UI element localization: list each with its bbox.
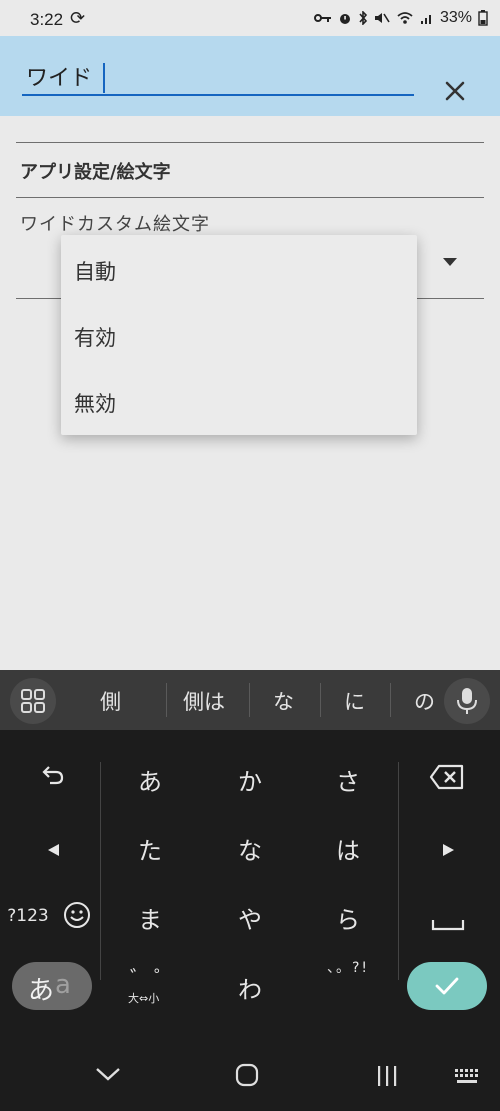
navigation-bar (0, 1040, 500, 1111)
undo-icon (42, 766, 64, 785)
keyboard: ?123 あ a あ か さ た な は ま や ら ゛゜ 大⇔小 わ 、。?! (0, 730, 500, 1040)
bluetooth-icon (359, 11, 368, 25)
kana-key-a[interactable]: あ (130, 762, 170, 797)
clear-search-button[interactable] (440, 76, 470, 106)
voice-input-button[interactable] (444, 678, 490, 724)
key-icon (313, 14, 331, 22)
dropdown-option-enabled[interactable]: 有効 (74, 322, 116, 352)
kana-key-ka[interactable]: か (230, 762, 270, 797)
suggestion-item[interactable]: に (344, 686, 365, 716)
suggestion-item[interactable]: な (273, 686, 294, 716)
search-bar (0, 36, 500, 116)
backspace-icon (429, 764, 464, 790)
kana-mode-toggle[interactable]: あ a (12, 962, 92, 1010)
divider (16, 142, 484, 143)
triangle-left-icon (48, 844, 59, 856)
home-icon (235, 1063, 259, 1087)
dropdown-menu: 自動 有効 無効 (61, 235, 417, 435)
kana-key-na[interactable]: な (230, 831, 270, 866)
close-icon (445, 81, 465, 101)
space-icon (431, 920, 465, 931)
punctuation-key[interactable]: 、。?! (308, 960, 388, 1012)
search-input[interactable] (22, 58, 414, 96)
hide-keyboard-button[interactable] (95, 1066, 121, 1086)
divider (16, 197, 484, 198)
dakuten-key[interactable]: ゛゜ 大⇔小 (122, 962, 178, 1012)
kana-key-ra[interactable]: ら (328, 900, 368, 935)
text-cursor (103, 63, 105, 93)
mute-icon (374, 13, 390, 23)
keyboard-divider (100, 762, 101, 980)
triangle-right-icon (443, 844, 454, 856)
alarm-icon (339, 14, 350, 24)
smiley-icon (64, 902, 90, 928)
size-toggle-label: 大⇔小 (128, 992, 160, 1005)
suggestion-item[interactable]: 側 (100, 686, 121, 716)
category-header: アプリ設定/絵文字 (20, 162, 171, 183)
status-time: 3:22 (30, 10, 64, 29)
dakuten-label: ゛゜ (130, 966, 178, 990)
kana-key-ha[interactable]: は (328, 831, 368, 866)
kana-mode-label: あ (28, 976, 55, 1006)
dropdown-option-auto[interactable]: 自動 (74, 256, 116, 286)
enter-button[interactable] (407, 962, 487, 1010)
kana-key-ta[interactable]: た (130, 831, 170, 866)
keyboard-switch-button[interactable] (454, 1068, 482, 1090)
keyboard-apps-button[interactable] (10, 678, 56, 724)
dropdown-option-disabled[interactable]: 無効 (74, 388, 116, 418)
battery-icon (478, 10, 488, 26)
alpha-mode-label: a (55, 970, 71, 1000)
dropdown-arrow-icon[interactable] (443, 258, 457, 266)
cursor-right-key[interactable] (439, 836, 459, 864)
mic-icon (457, 688, 477, 714)
signal-icon (420, 15, 431, 24)
status-icons: 33% (313, 9, 488, 27)
backspace-key[interactable] (428, 764, 466, 796)
sync-icon: ⟳ (70, 8, 86, 28)
status-bar: 3:22 ⟳ 33% (0, 0, 500, 36)
suggestion-divider (249, 683, 250, 717)
keyboard-icon (455, 1069, 478, 1083)
space-key[interactable] (430, 910, 466, 938)
grid-icon (21, 689, 45, 713)
undo-key[interactable] (38, 762, 68, 794)
suggestion-divider (320, 683, 321, 717)
suggestion-item[interactable]: 側は (183, 686, 225, 716)
kana-key-ya[interactable]: や (230, 900, 270, 935)
chevron-down-icon (96, 1068, 120, 1081)
suggestion-divider (390, 683, 391, 717)
kana-key-ma[interactable]: ま (130, 900, 170, 935)
suggestion-item[interactable]: の (414, 686, 435, 716)
cursor-left-key[interactable] (43, 836, 63, 864)
suggestion-divider (166, 683, 167, 717)
recents-button[interactable] (375, 1064, 399, 1092)
preference-title: ワイドカスタム絵文字 (20, 214, 210, 235)
emoji-key[interactable] (62, 901, 92, 935)
kana-key-wa[interactable]: わ (230, 970, 270, 1005)
battery-percent: 33% (439, 9, 472, 26)
kana-key-sa[interactable]: さ (328, 762, 368, 797)
keyboard-suggestion-bar: 側 側は な に の (0, 670, 500, 730)
wifi-icon (397, 12, 413, 24)
check-icon (435, 977, 459, 995)
home-button[interactable] (235, 1063, 259, 1091)
screen: 3:22 ⟳ 33% アプリ設定/絵文字 ワイドカスタム絵文字 自動 有効 無効 (0, 0, 500, 1111)
recents-icon (378, 1066, 397, 1086)
keyboard-divider (398, 762, 399, 980)
symbol-key[interactable]: ?123 (5, 906, 51, 926)
